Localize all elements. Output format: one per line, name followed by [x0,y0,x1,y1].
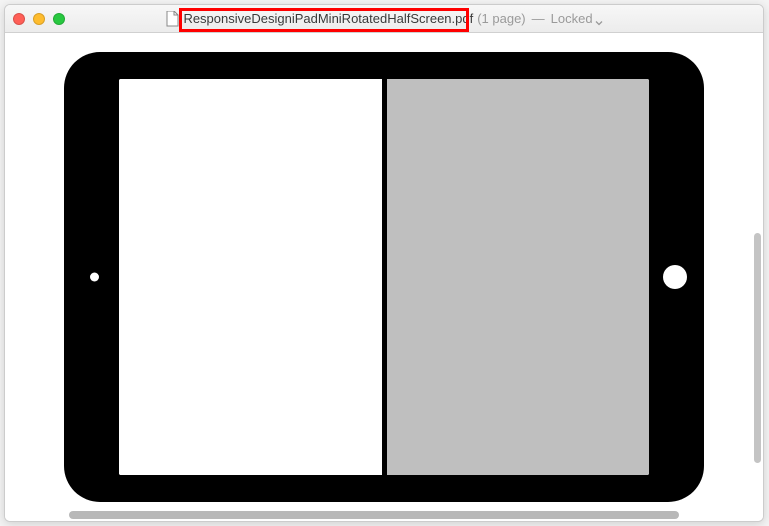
split-screen-left-panel [119,79,382,475]
ipad-illustration [64,52,704,502]
preview-window: ResponsiveDesigniPadMiniRotatedHalfScree… [4,4,764,522]
page-count: (1 page) [477,11,525,26]
chevron-down-icon [595,15,603,23]
vertical-scrollbar[interactable] [754,233,761,463]
locked-indicator[interactable]: Locked [551,11,603,26]
document-viewport[interactable] [5,33,763,521]
ipad-camera-icon [90,273,99,282]
horizontal-scrollbar[interactable] [69,511,679,519]
ipad-home-button-icon [663,265,687,289]
window-title: ResponsiveDesigniPadMiniRotatedHalfScree… [5,11,763,27]
close-button[interactable] [13,13,25,25]
window-controls [13,13,65,25]
locked-label: Locked [551,11,593,26]
minimize-button[interactable] [33,13,45,25]
document-canvas [15,43,753,511]
zoom-button[interactable] [53,13,65,25]
document-filename: ResponsiveDesigniPadMiniRotatedHalfScree… [183,11,473,26]
title-separator: — [532,11,545,26]
split-screen-right-panel [387,79,650,475]
ipad-screen [119,79,649,475]
titlebar[interactable]: ResponsiveDesigniPadMiniRotatedHalfScree… [5,5,763,33]
document-icon [165,11,179,27]
